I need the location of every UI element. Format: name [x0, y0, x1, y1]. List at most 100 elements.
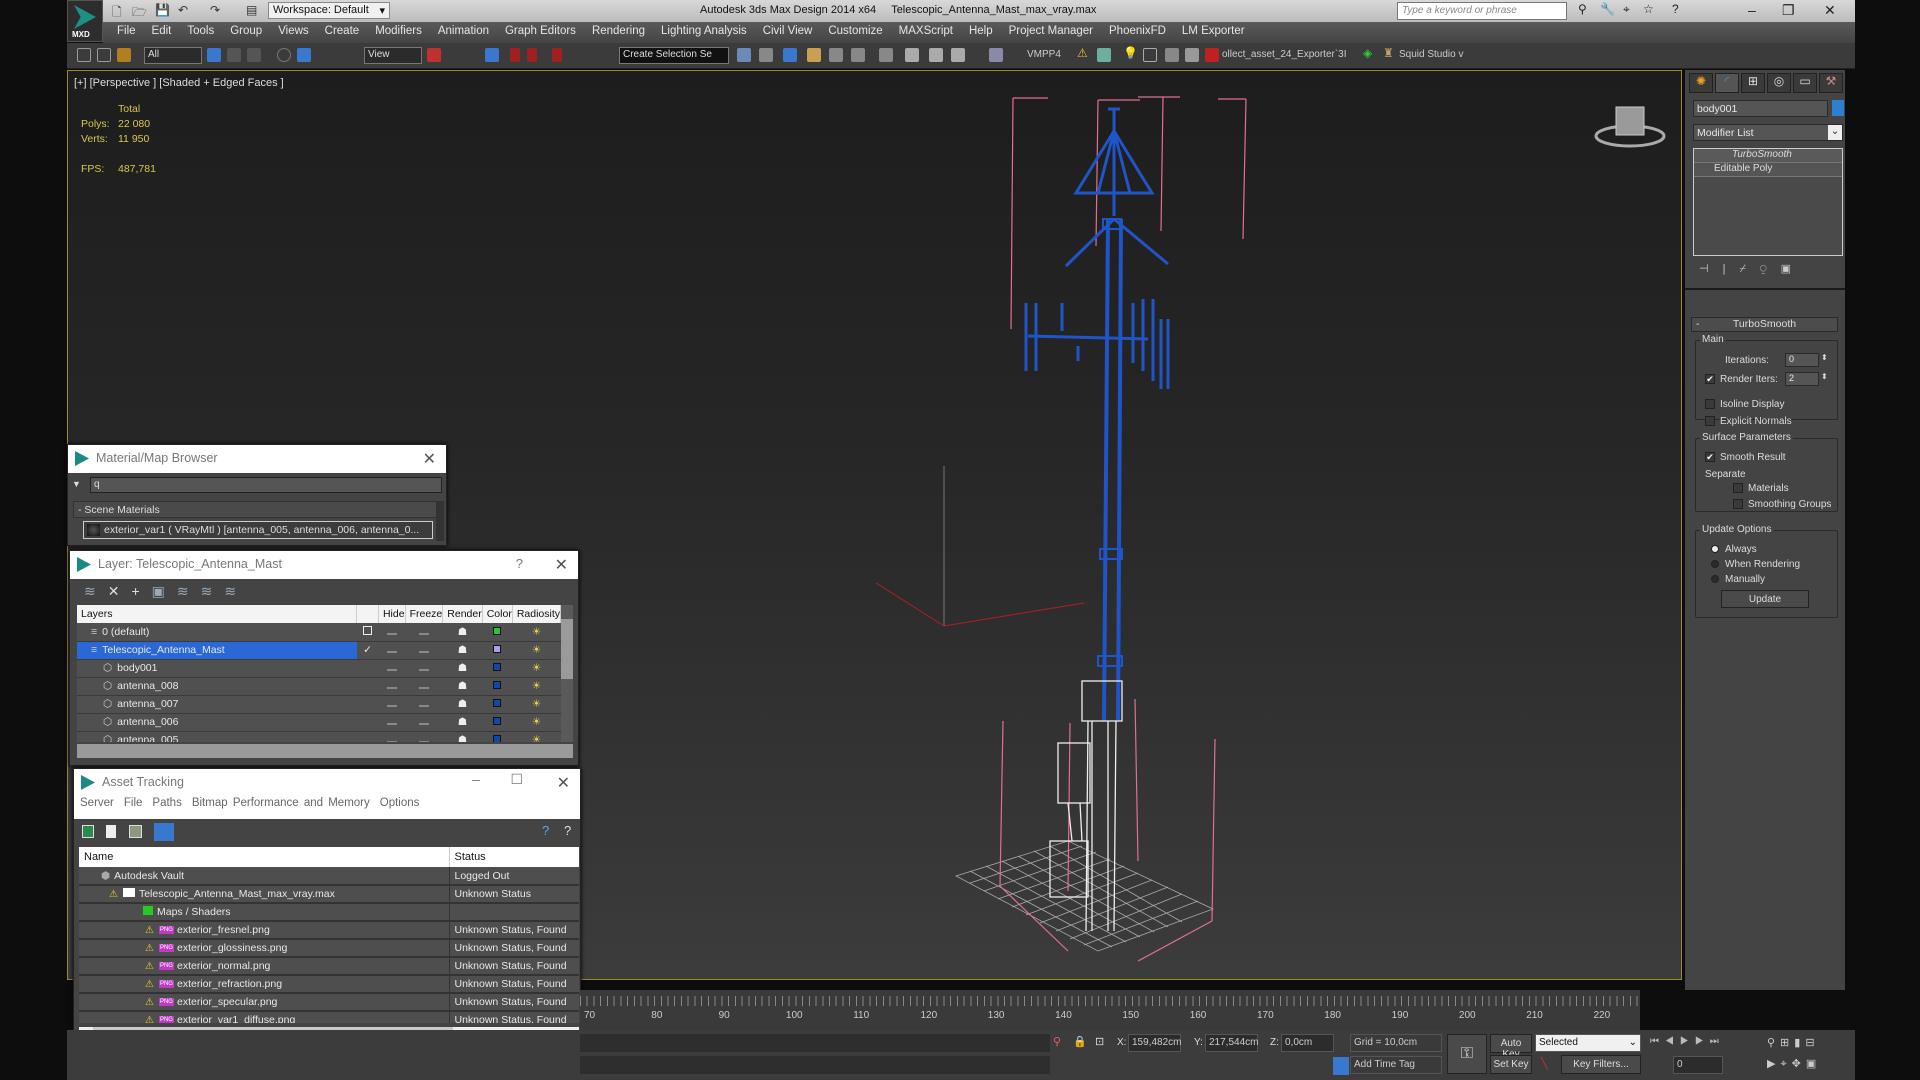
snap-toggle-icon[interactable]	[485, 48, 499, 62]
viewcube-icon[interactable]	[1594, 106, 1666, 148]
warning-icon[interactable]: ⚠	[1077, 46, 1088, 60]
select-region-icon[interactable]	[247, 48, 261, 62]
z-coordinate-field[interactable]: 0,0cm	[1281, 1034, 1334, 1052]
color-cell[interactable]	[482, 623, 513, 642]
auto-key-button[interactable]: Auto Key	[1490, 1034, 1532, 1060]
freeze-toggle[interactable]	[405, 731, 443, 742]
layer-row[interactable]: ⬡ antenna_005 ☗ ☀	[77, 731, 561, 742]
select-objects-icon[interactable]: ▣	[152, 583, 177, 599]
x-coordinate-field[interactable]: 159,482cm	[1128, 1034, 1181, 1052]
time-slider-track[interactable]: 70 80 90 100 110 120 130 140 150 160 170 180 190 200 2…	[580, 990, 1640, 1030]
object-name-field[interactable]: body001	[1693, 100, 1828, 117]
freeze-toggle[interactable]	[405, 713, 443, 732]
column-color[interactable]: Color	[482, 605, 513, 623]
smoothing-groups-checkbox[interactable]: Smoothing Groups	[1733, 499, 1831, 510]
menu-maxscript[interactable]: MAXScript	[891, 22, 961, 37]
render-toggle[interactable]: ☗	[442, 659, 483, 678]
whats-this-icon[interactable]: ?	[564, 823, 571, 838]
bind-spacewarp-icon[interactable]	[117, 48, 131, 62]
set-key-icon[interactable]: ⚿	[1447, 1034, 1487, 1074]
layer-name-cell[interactable]: ⬡ antenna_008	[77, 677, 357, 696]
rotate-icon[interactable]	[277, 48, 291, 62]
viewport-nav-controls[interactable]: ⚲⊞▮⊟	[1767, 1036, 1820, 1049]
viewport-nav-controls-2[interactable]: ▶⌖✥▣	[1767, 1057, 1821, 1071]
column-freeze[interactable]: Freeze	[405, 605, 444, 623]
asset-name-cell[interactable]: ⚠ PNG exterior_refraction.png	[79, 975, 450, 994]
radiosity-toggle[interactable]: ☀	[512, 731, 561, 742]
rendered-frame-icon[interactable]	[929, 48, 943, 62]
asset-name-cell[interactable]: Maps / Shaders	[79, 903, 450, 922]
hide-all-icon[interactable]: ≋	[201, 583, 225, 599]
layer-name-cell[interactable]: ⬡ body001	[77, 659, 357, 678]
schematic-icon[interactable]	[851, 48, 865, 62]
asset-name-cell[interactable]: ⚠ PNG exterior_var1_diffuse.png	[79, 1011, 450, 1023]
menu-bitmap-performance[interactable]: Bitmap Performance and Memory	[192, 797, 370, 809]
playback-controls[interactable]: ⏮◀▶▶⏭	[1650, 1036, 1725, 1047]
layer-name-cell[interactable]: ≡ Telescopic_Antenna_Mast	[77, 641, 357, 660]
time-tag-icon[interactable]	[1333, 1057, 1349, 1075]
close-icon[interactable]: ✕	[423, 449, 436, 469]
current-frame-field[interactable]: 0	[1673, 1056, 1723, 1074]
freeze-toggle[interactable]	[405, 677, 443, 696]
wrench-icon[interactable]: 🔧	[1600, 2, 1615, 16]
hide-toggle[interactable]	[378, 731, 406, 742]
project-folder-icon[interactable]: ▤	[246, 3, 257, 17]
render-toggle[interactable]: ☗	[442, 677, 483, 696]
color-cell[interactable]	[482, 659, 513, 678]
app-menu-button[interactable]: MXD	[67, 0, 103, 42]
light-bulb-icon[interactable]: 💡	[1123, 46, 1138, 60]
spinner-arrows-icon[interactable]: ⬍	[1821, 372, 1828, 381]
radiosity-toggle[interactable]: ☀	[512, 695, 561, 714]
render-toggle[interactable]: ☗	[442, 641, 483, 660]
curve-editor-icon[interactable]	[829, 48, 843, 62]
layer-row[interactable]: ⬡ antenna_008 ☗ ☀	[77, 677, 561, 696]
axis-icon[interactable]	[1143, 48, 1157, 62]
asset-name-cell[interactable]: ⚠ PNG exterior_glossiness.png	[79, 939, 450, 958]
search-input[interactable]: Type a keyword or phrase	[1397, 2, 1567, 20]
vmpp-label[interactable]: VMPP4	[1027, 49, 1061, 60]
menu-lm-exporter[interactable]: LM Exporter	[1174, 22, 1253, 37]
current-layer-cell[interactable]: ✓	[356, 641, 379, 660]
layer-row[interactable]: ⬡ antenna_006 ☗ ☀	[77, 713, 561, 732]
update-button[interactable]: Update	[1721, 590, 1809, 608]
dialog-title-bar[interactable]: Material/Map Browser ✕	[68, 445, 446, 473]
asset-name-cell[interactable]: ⚠ PNG exterior_specular.png	[79, 993, 450, 1012]
current-layer-cell[interactable]	[356, 659, 379, 678]
unlink-icon[interactable]	[97, 48, 111, 62]
exporter-icon[interactable]	[1205, 48, 1219, 62]
radiosity-toggle[interactable]: ☀	[512, 677, 561, 696]
motion-tab-icon[interactable]: ◎	[1767, 73, 1791, 93]
save-tool-icon[interactable]	[1165, 48, 1179, 62]
stack-tools[interactable]: ⊣|⌿⍜▣	[1699, 262, 1805, 276]
help-button[interactable]: ?	[516, 556, 523, 571]
current-layer-cell[interactable]	[356, 623, 379, 642]
hide-toggle[interactable]	[378, 641, 406, 660]
table-view-icon[interactable]	[154, 823, 174, 841]
menu-animation[interactable]: Animation	[430, 22, 497, 37]
asset-row[interactable]: ⚠ PNG exterior_specular.png Unknown Status,…	[79, 993, 579, 1012]
angle-snap-icon[interactable]	[510, 48, 520, 62]
help-icon[interactable]: ?	[1672, 2, 1679, 16]
modify-tab-icon[interactable]: ◜	[1715, 73, 1739, 93]
manually-radio[interactable]: Manually	[1711, 574, 1765, 585]
freeze-all-icon[interactable]: ≋	[224, 583, 248, 599]
menu-edit[interactable]: Edit	[144, 22, 180, 37]
isoline-display-checkbox[interactable]: Isoline Display	[1705, 399, 1784, 410]
freeze-toggle[interactable]	[405, 623, 443, 642]
asset-row[interactable]: ⚠ PNG exterior_glossiness.png Unknown Statu…	[79, 939, 579, 958]
exporter-label[interactable]: ollect_asset_24_Exporter`3I	[1222, 49, 1347, 60]
render-iters-checkbox[interactable]: ✔ Render Iters:	[1705, 374, 1778, 385]
when-rendering-radio[interactable]: When Rendering	[1711, 559, 1800, 570]
horizontal-scrollbar[interactable]	[77, 744, 573, 758]
save-icon[interactable]: 💾	[155, 3, 170, 17]
material-item[interactable]: exterior_var1 ( VRayMtl ) [antenna_005, …	[83, 521, 433, 539]
layer-manager-icon[interactable]	[783, 48, 797, 62]
radiosity-toggle[interactable]: ☀	[512, 641, 561, 660]
color-cell[interactable]	[482, 713, 513, 732]
squid-icon[interactable]: ♜	[1383, 46, 1394, 60]
menu-graph-editors[interactable]: Graph Editors	[497, 22, 584, 37]
isolate-icon[interactable]: ⚲	[1053, 1035, 1061, 1048]
column-name[interactable]: Name	[79, 847, 450, 867]
close-icon[interactable]: ✕	[1824, 2, 1836, 19]
layer-row[interactable]: ⬡ body001 ☗ ☀	[77, 659, 561, 678]
